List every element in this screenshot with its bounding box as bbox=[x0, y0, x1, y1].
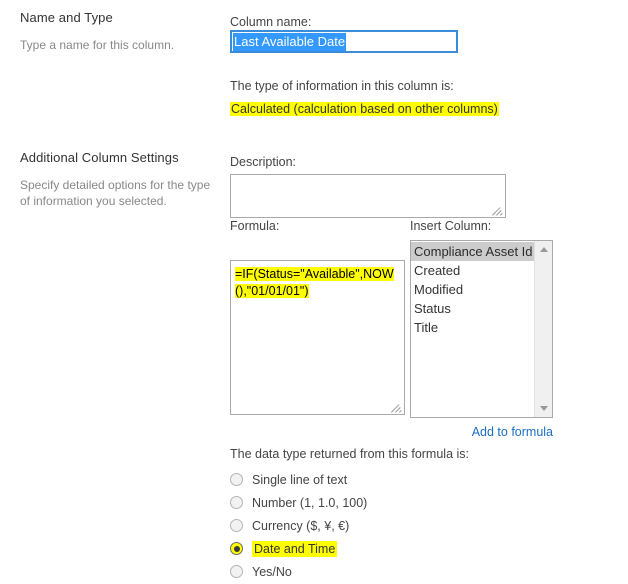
data-type-label: The data type returned from this formula… bbox=[230, 447, 469, 461]
radio-icon[interactable] bbox=[230, 496, 243, 509]
column-name-label: Column name: bbox=[230, 15, 312, 29]
list-item[interactable]: Title bbox=[411, 318, 534, 337]
add-to-formula-link[interactable]: Add to formula bbox=[472, 425, 553, 439]
resize-grip-icon[interactable] bbox=[492, 204, 503, 216]
section-title-name-and-type: Name and Type bbox=[20, 10, 113, 25]
list-item[interactable]: Status bbox=[411, 299, 534, 318]
type-of-information-value-row: Calculated (calculation based on other c… bbox=[230, 102, 499, 116]
scroll-down-arrow-icon[interactable] bbox=[535, 400, 552, 417]
section-name-and-type: Name and Type Type a name for this colum… bbox=[20, 10, 220, 53]
description-field-group: Description: bbox=[230, 154, 506, 218]
section-additional-column-settings: Additional Column Settings Specify detai… bbox=[20, 150, 220, 209]
column-settings-page: Name and Type Type a name for this colum… bbox=[0, 0, 628, 579]
section-description-additional-column-settings: Specify detailed options for the type of… bbox=[20, 178, 211, 209]
data-type-option-currency[interactable]: Currency ($, ¥, €) bbox=[230, 515, 469, 536]
resize-grip-icon[interactable] bbox=[391, 401, 402, 413]
data-type-group: The data type returned from this formula… bbox=[230, 446, 469, 584]
formula-label: Formula: bbox=[230, 219, 280, 233]
formula-textarea[interactable]: =IF(Status="Available",NOW(),"01/01/01") bbox=[230, 260, 405, 415]
radio-icon[interactable] bbox=[230, 519, 243, 532]
list-item[interactable]: Created bbox=[411, 261, 534, 280]
radio-icon[interactable] bbox=[230, 565, 243, 578]
data-type-option-yes-no[interactable]: Yes/No bbox=[230, 561, 469, 582]
formula-text-wrapper: =IF(Status="Available",NOW(),"01/01/01") bbox=[235, 266, 399, 300]
scroll-up-arrow-icon[interactable] bbox=[535, 241, 552, 258]
radio-label: Yes/No bbox=[252, 564, 292, 579]
data-type-option-number[interactable]: Number (1, 1.0, 100) bbox=[230, 492, 469, 513]
radio-icon[interactable] bbox=[230, 473, 243, 486]
type-of-information-value: Calculated (calculation based on other c… bbox=[230, 102, 499, 116]
data-type-option-single-line-of-text[interactable]: Single line of text bbox=[230, 469, 469, 490]
description-label: Description: bbox=[230, 155, 296, 169]
column-name-input[interactable]: Last Available Date bbox=[230, 30, 458, 53]
radio-icon[interactable] bbox=[230, 542, 243, 555]
add-to-formula-row: Add to formula bbox=[410, 425, 553, 439]
insert-column-list-items: Compliance Asset Id Created Modified Sta… bbox=[411, 241, 534, 417]
formula-value: =IF(Status="Available",NOW(),"01/01/01") bbox=[235, 267, 394, 298]
insert-column-group: Insert Column: Compliance Asset Id Creat… bbox=[410, 218, 553, 439]
radio-label: Single line of text bbox=[252, 472, 348, 487]
list-item[interactable]: Modified bbox=[411, 280, 534, 299]
type-of-information-group: The type of information in this column i… bbox=[230, 78, 499, 116]
list-item[interactable]: Compliance Asset Id bbox=[411, 242, 534, 261]
insert-column-listbox[interactable]: Compliance Asset Id Created Modified Sta… bbox=[410, 240, 553, 418]
type-of-information-label: The type of information in this column i… bbox=[230, 79, 454, 93]
insert-column-label: Insert Column: bbox=[410, 219, 492, 233]
column-name-value: Last Available Date bbox=[233, 33, 347, 51]
column-name-field-group: Column name: Last Available Date bbox=[230, 14, 458, 53]
description-textarea[interactable] bbox=[230, 174, 506, 218]
data-type-option-date-and-time[interactable]: Date and Time bbox=[230, 538, 469, 559]
radio-label: Currency ($, ¥, €) bbox=[252, 518, 350, 533]
radio-label: Number (1, 1.0, 100) bbox=[252, 495, 368, 510]
formula-field-group: Formula: =IF(Status="Available",NOW(),"0… bbox=[230, 218, 405, 415]
section-title-additional-column-settings: Additional Column Settings bbox=[20, 150, 179, 165]
radio-label: Date and Time bbox=[252, 540, 338, 557]
listbox-scrollbar[interactable] bbox=[534, 241, 552, 417]
section-description-name-and-type: Type a name for this column. bbox=[20, 38, 175, 52]
